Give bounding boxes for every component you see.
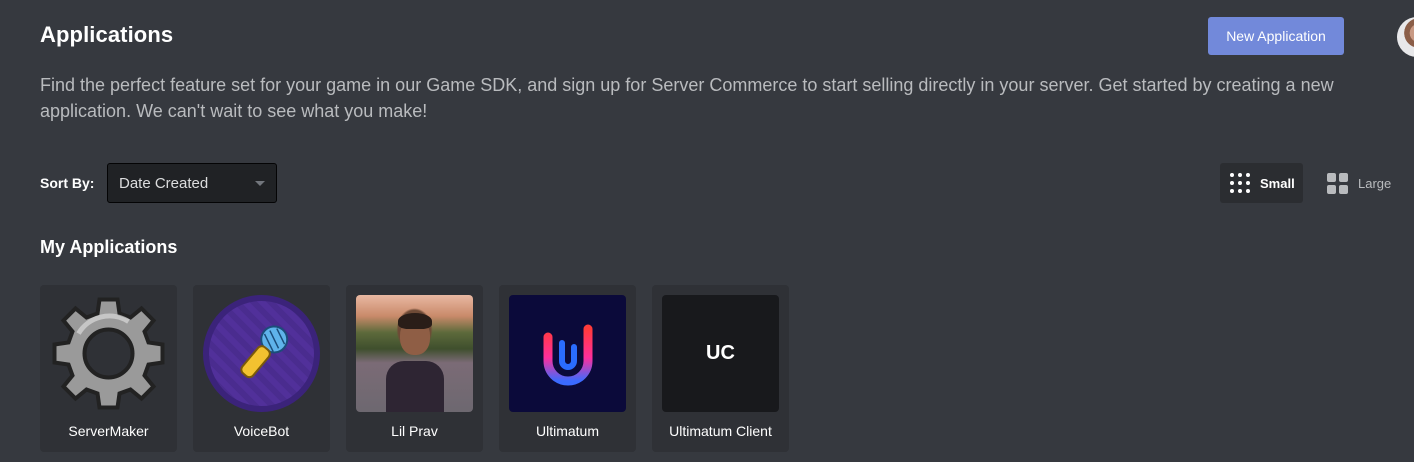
app-card-voicebot[interactable]: VoiceBot [193, 285, 330, 452]
my-applications-heading: My Applications [40, 237, 178, 257]
app-name: Ultimatum Client [669, 423, 772, 439]
chevron-down-icon [255, 181, 265, 186]
grid-squares-icon [1327, 172, 1348, 194]
sort-dropdown[interactable]: Date Created [107, 163, 277, 203]
app-name: Ultimatum [535, 423, 599, 439]
voicebot-avatar [203, 295, 320, 412]
app-name: Lil Prav [391, 423, 438, 439]
app-photo [356, 295, 473, 412]
sort-selected-value: Date Created [119, 174, 209, 192]
applications-page: Applications New Application Find the pe… [0, 0, 1414, 462]
gear-icon [50, 295, 167, 412]
photo-shirt [386, 361, 444, 412]
app-card-ultimatum[interactable]: Ultimatum [499, 285, 636, 452]
app-name: ServerMaker [68, 423, 149, 439]
voicebot-avatar-circle [203, 295, 320, 412]
app-card-ultimatum-client[interactable]: UC Ultimatum Client [652, 285, 789, 452]
page-description: Find the perfect feature set for your ga… [40, 75, 1334, 121]
new-application-button[interactable]: New Application [1208, 17, 1344, 55]
grid-dots-icon [1230, 173, 1250, 193]
app-initials-icon: UC [662, 295, 779, 412]
view-small-button[interactable]: Small [1220, 163, 1303, 203]
view-large-button[interactable]: Large [1317, 163, 1400, 203]
app-card-servermaker[interactable]: ServerMaker [40, 285, 177, 452]
sort-by-label: Sort By: [40, 175, 95, 191]
view-large-label: Large [1358, 175, 1392, 191]
view-small-label: Small [1260, 175, 1295, 191]
microphone-icon [239, 324, 288, 378]
user-avatar[interactable] [1397, 17, 1414, 57]
u-logo-icon [509, 295, 626, 412]
app-card-lil-prav[interactable]: Lil Prav [346, 285, 483, 452]
page-title: Applications [40, 22, 174, 47]
photo-hair [398, 313, 432, 329]
app-name: VoiceBot [233, 423, 290, 439]
applications-grid: ServerMaker VoiceBot Lil Prav Ultimatum … [40, 285, 789, 452]
